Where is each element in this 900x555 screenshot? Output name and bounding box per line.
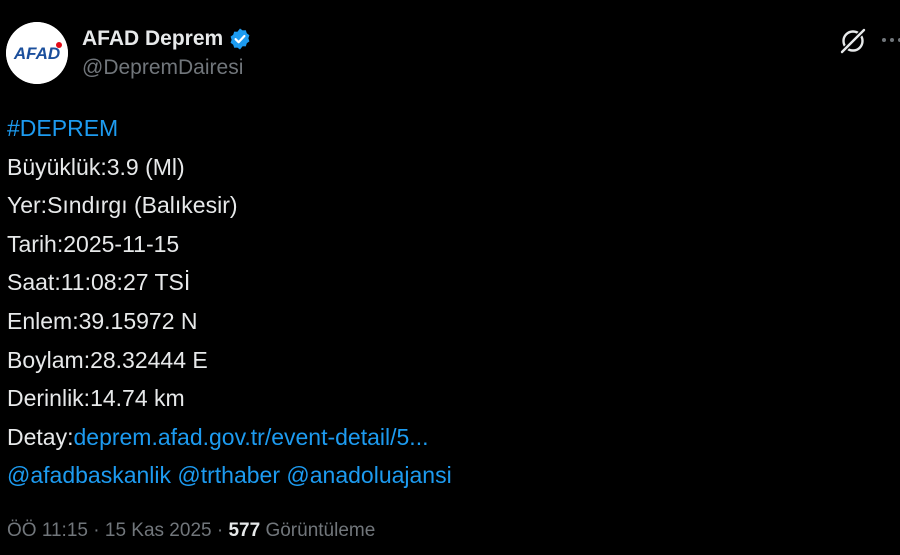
views-label: Görüntüleme	[265, 520, 376, 541]
handle[interactable]: @DepremDairesi	[82, 56, 252, 80]
mention-afadbaskanlik[interactable]: @afadbaskanlik	[7, 462, 171, 488]
more-icon[interactable]	[880, 28, 900, 52]
meta-separator: ·	[93, 520, 100, 541]
tweet-meta: ÖÖ 11:15 · 15 Kas 2025 · 577 Görüntüleme	[7, 520, 375, 542]
date-line: Tarih:2025-11-15	[7, 230, 180, 257]
tweet-date[interactable]: 15 Kas 2025	[105, 520, 212, 541]
mention-trthaber[interactable]: @trthaber	[177, 462, 280, 488]
tweet-text: #DEPREM Büyüklük:3.9 (Ml) Yer:Sındırgı (…	[7, 109, 887, 495]
detail-label: Detay:	[7, 423, 74, 450]
avatar[interactable]: AFAD	[6, 22, 68, 84]
avatar-text: AFAD	[13, 44, 60, 63]
tweet-time[interactable]: ÖÖ 11:15	[7, 520, 88, 541]
author-names: AFAD Deprem @DepremDairesi	[82, 24, 252, 80]
latitude-line: Enlem:39.15972 N	[7, 307, 198, 334]
mention-anadoluajansi[interactable]: @anadoluajansi	[286, 462, 451, 488]
detail-link[interactable]: deprem.afad.gov.tr/event-detail/5...	[73, 424, 428, 450]
magnitude-line: Büyüklük:3.9 (Ml)	[7, 153, 185, 180]
tweet: AFAD AFAD Deprem @DepremDairesi #DEPREM …	[0, 0, 900, 555]
longitude-line: Boylam:28.32444 E	[7, 346, 208, 373]
display-name-row: AFAD Deprem	[82, 24, 252, 54]
meta-separator-2: ·	[216, 520, 224, 541]
detail-line: Detay:deprem.afad.gov.tr/event-detail/5.…	[7, 418, 887, 457]
time-line: Saat:11:08:27 TSİ	[7, 269, 191, 296]
depth-line: Derinlik:14.74 km	[7, 385, 185, 412]
hashtag-line: #DEPREM	[7, 109, 887, 148]
afad-logo: AFAD	[6, 22, 68, 84]
mentions-line: @afadbaskanlik @trthaber @anadoluajansi	[7, 456, 887, 495]
location-line: Yer:Sındırgı (Balıkesir)	[7, 192, 238, 219]
display-name[interactable]: AFAD Deprem	[82, 27, 223, 51]
verified-badge-icon[interactable]	[228, 27, 252, 51]
tweet-header: AFAD AFAD Deprem @DepremDairesi	[0, 18, 900, 88]
views-count: 577	[228, 520, 261, 541]
hashtag-link[interactable]: #DEPREM	[7, 115, 118, 141]
grok-icon[interactable]	[838, 26, 868, 56]
